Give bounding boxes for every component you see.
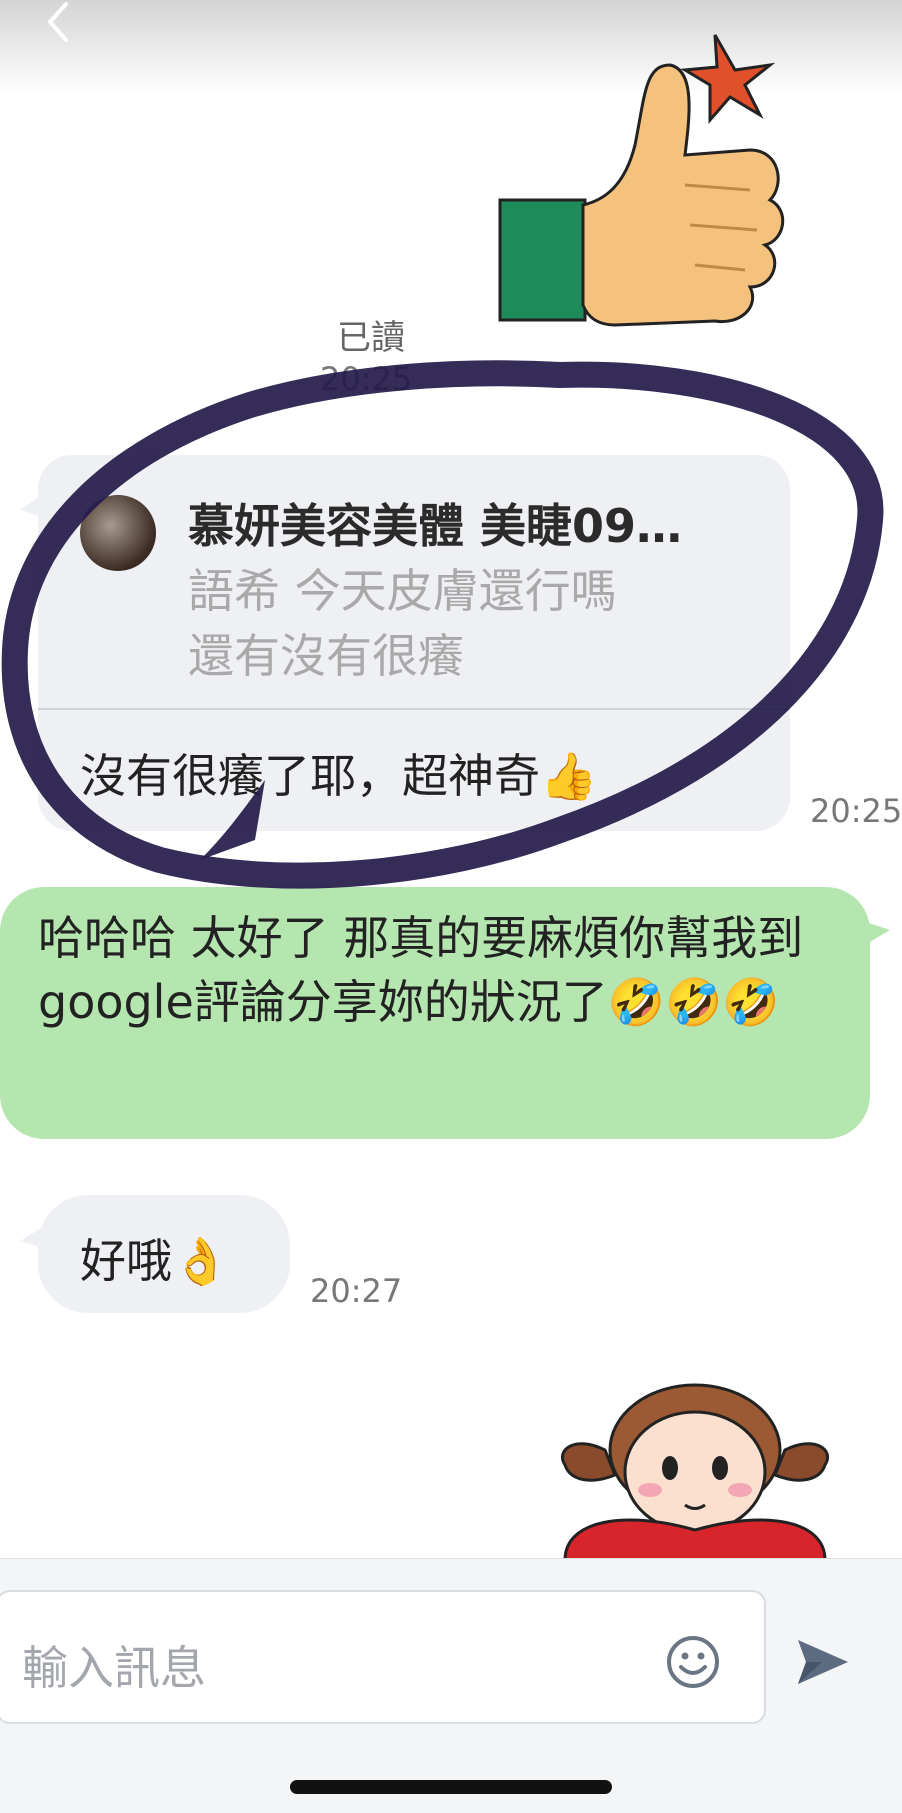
thumbs-up-sticker[interactable]	[495, 25, 795, 340]
incoming-message-text: 好哦👌	[80, 1234, 230, 1288]
smiley-icon[interactable]	[665, 1634, 721, 1690]
girl-heart-sticker[interactable]	[545, 1380, 845, 1560]
quote-divider	[38, 708, 790, 710]
quoted-sender-name: 慕妍美容美體 美睫09…	[188, 499, 683, 553]
message-time: 20:25	[320, 360, 413, 398]
home-indicator	[290, 1780, 612, 1794]
outgoing-message-text: 哈哈哈 太好了 那真的要麻煩你幫我到google評論分享妳的狀況了🤣🤣🤣	[38, 911, 804, 1029]
message-time: 20:27	[310, 1272, 403, 1310]
read-receipt: 已讀	[337, 318, 405, 358]
quoted-message-line: 語希 今天皮膚還行嗎	[188, 564, 617, 618]
send-icon[interactable]	[792, 1632, 852, 1692]
reply-message-text: 沒有很癢了耶，超神奇👍	[80, 749, 598, 803]
message-input-placeholder: 輸入訊息	[22, 1641, 206, 1695]
message-time: 20:25	[810, 792, 902, 830]
quoted-message-line: 還有沒有很癢	[188, 629, 464, 683]
back-chevron-icon[interactable]	[40, 0, 80, 48]
quoted-sender-avatar	[80, 495, 156, 571]
